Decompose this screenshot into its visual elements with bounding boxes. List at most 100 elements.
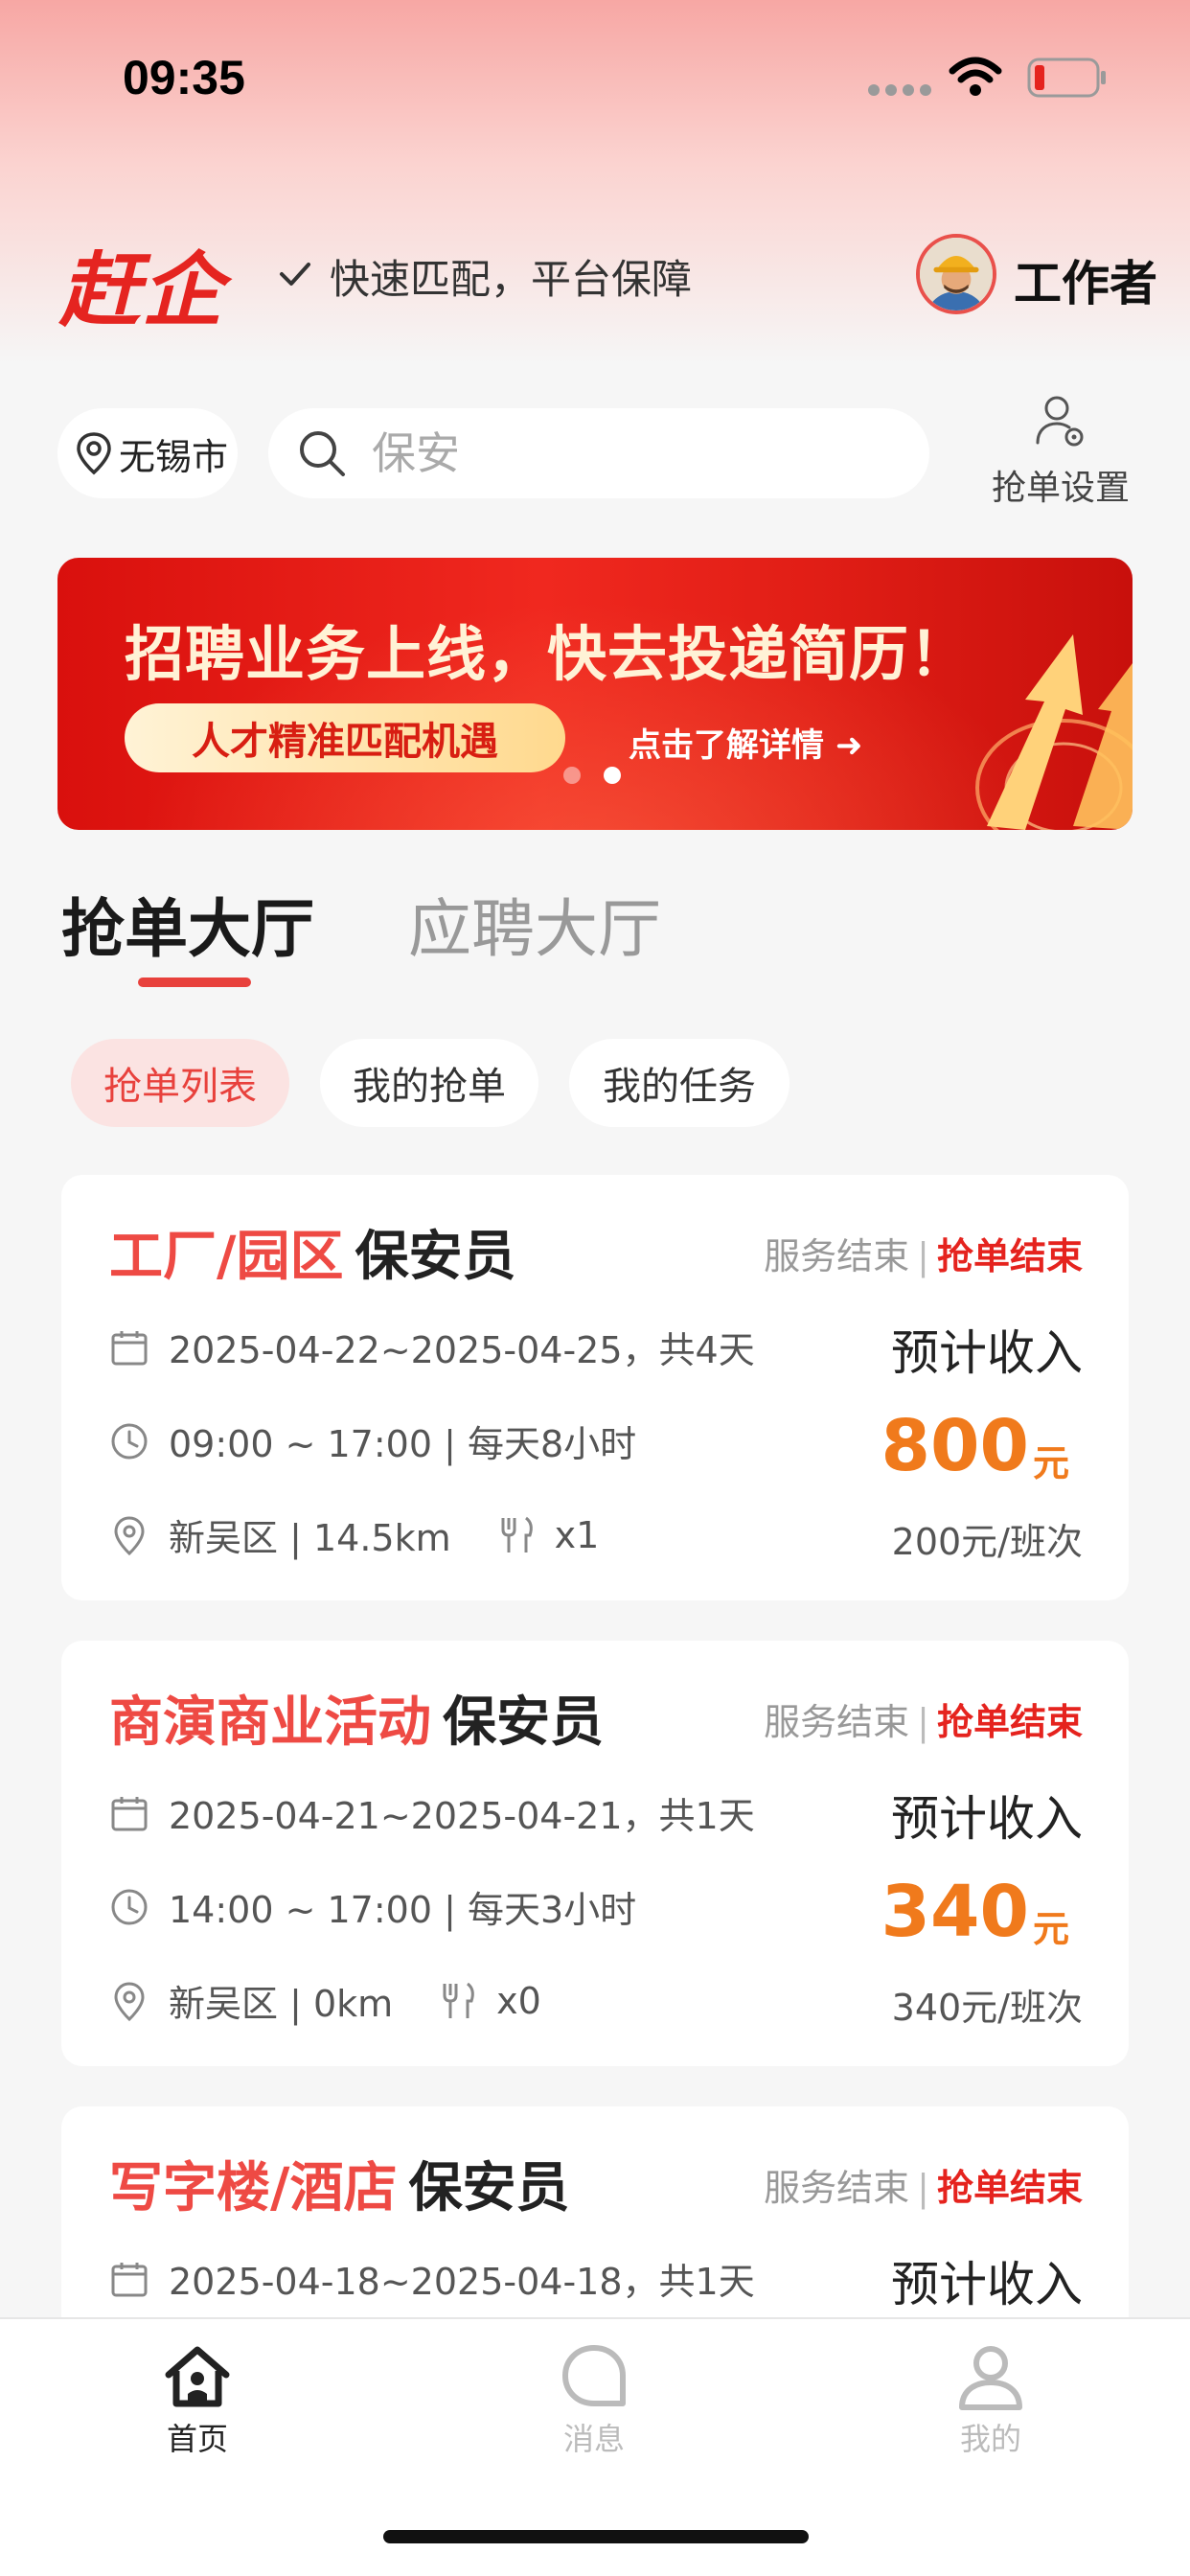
nav-home-label: 首页 <box>166 2421 228 2457</box>
grab-settings-label: 抢单设置 <box>991 469 1130 508</box>
job-dates: 2025-04-18~2025-04-18，共1天 <box>169 2261 755 2303</box>
user-settings-icon <box>1036 396 1084 447</box>
job-category: 工厂/园区 <box>109 1226 344 1288</box>
city-selector[interactable]: 无锡市 <box>57 408 238 498</box>
search-bar[interactable] <box>268 408 929 498</box>
job-card[interactable]: 商演商业活动 保安员 服务结束 | 抢单结束 2025-04-21~2025-04-2… <box>61 1641 1129 2066</box>
job-dates: 2025-04-22~2025-04-25，共4天 <box>169 1329 755 1371</box>
check-icon <box>280 263 310 286</box>
job-dates: 2025-04-21~2025-04-21，共1天 <box>169 1795 755 1837</box>
grab-status: 抢单结束 <box>936 1701 1083 1743</box>
job-location: 新吴区 | 0km <box>169 1983 394 2025</box>
job-hours-row: 14:00 ~ 17:00 | 每天3小时 <box>109 1880 636 1933</box>
status-bar: 09:35 <box>0 0 1190 153</box>
app-header: 赶企 快速匹配，平台保障 工作者 <box>0 211 1190 337</box>
wifi-icon <box>949 57 1002 96</box>
filter-my-tasks[interactable]: 我的任务 <box>569 1039 790 1127</box>
income-unit: 元 <box>1032 1908 1069 1950</box>
income-label: 预计收入 <box>891 2257 1083 2312</box>
banner-pagination <box>563 767 621 784</box>
job-category: 商演商业活动 <box>109 1691 431 1754</box>
meal-icon <box>443 1982 474 2018</box>
income-label: 预计收入 <box>891 1325 1083 1381</box>
city-label: 无锡市 <box>119 435 229 478</box>
nav-messages[interactable]: 消息 <box>517 2342 671 2459</box>
home-icon <box>165 2346 230 2407</box>
nav-home[interactable]: 首页 <box>121 2342 274 2459</box>
cellular-signal-icon <box>868 84 931 96</box>
income-rate: 200元/班次 <box>891 1521 1083 1563</box>
job-card[interactable]: 写字楼/酒店 保安员 服务结束 | 抢单结束 2025-04-18~2025-04-1… <box>61 2106 1129 2317</box>
income-label: 预计收入 <box>891 1791 1083 1847</box>
job-status: 服务结束 | 抢单结束 <box>764 2158 1083 2211</box>
profile-icon <box>959 2346 1022 2410</box>
message-icon <box>562 2345 626 2406</box>
job-status: 服务结束 | 抢单结束 <box>764 1227 1083 1279</box>
job-title: 写字楼/酒店 保安员 <box>109 2145 569 2222</box>
banner-pill-label: 人才精准匹配机遇 <box>192 720 498 764</box>
banner-pill: 人才精准匹配机遇 <box>125 703 565 772</box>
clock-icon <box>111 1889 148 1924</box>
promo-banner[interactable]: 招聘业务上线，快去投递简历！ 人才精准匹配机遇 点击了解详情 ➜ <box>57 558 1133 830</box>
search-input[interactable] <box>372 427 908 479</box>
income-value: 800 <box>881 1405 1029 1487</box>
job-meals: x1 <box>554 1513 600 1556</box>
job-category: 写字楼/酒店 <box>109 2157 398 2220</box>
filter-my-grabs[interactable]: 我的抢单 <box>320 1039 538 1127</box>
income-unit: 元 <box>1032 1442 1069 1484</box>
battery-icon <box>1027 58 1106 98</box>
brand-logo: 赶企 <box>59 242 225 337</box>
banner-headline: 招聘业务上线，快去投递简历！ <box>125 619 971 689</box>
job-meals: x0 <box>496 1979 541 2022</box>
status-time: 09:35 <box>123 51 245 104</box>
tab-apply-hall[interactable]: 应聘大厅 <box>408 878 661 970</box>
active-tab-indicator <box>138 978 251 987</box>
job-title: 工厂/园区 保安员 <box>109 1213 515 1291</box>
worker-avatar-icon <box>920 238 993 310</box>
rising-arrow-icon <box>975 634 1133 830</box>
job-hours-row: 09:00 ~ 17:00 | 每天8小时 <box>109 1414 636 1467</box>
income-value: 340 <box>881 1871 1029 1953</box>
job-role: 保安员 <box>408 2157 570 2220</box>
calendar-icon <box>111 1796 148 1830</box>
avatar[interactable] <box>916 234 996 314</box>
job-hours: 09:00 ~ 17:00 | 每天8小时 <box>169 1423 637 1465</box>
job-card[interactable]: 工厂/园区 保安员 服务结束 | 抢单结束 2025-04-22~2025-04-25… <box>61 1175 1129 1600</box>
nav-profile[interactable]: 我的 <box>914 2342 1067 2459</box>
role-label[interactable]: 工作者 <box>1014 245 1157 314</box>
filter-grab-list[interactable]: 抢单列表 <box>71 1039 289 1127</box>
service-status: 服务结束 <box>764 1235 910 1277</box>
job-dates-row: 2025-04-18~2025-04-18，共1天 <box>109 2252 755 2305</box>
status-separator: | <box>917 2167 929 2209</box>
tab-grab-hall[interactable]: 抢单大厅 <box>61 878 314 970</box>
tagline: 快速匹配，平台保障 <box>330 256 693 303</box>
status-separator: | <box>917 1701 929 1743</box>
status-separator: | <box>917 1235 929 1277</box>
banner-detail-link[interactable]: 点击了解详情 ➜ <box>629 719 862 766</box>
grab-settings-button[interactable]: 抢单设置 <box>970 385 1152 519</box>
nav-messages-label: 消息 <box>562 2421 625 2457</box>
grab-status: 抢单结束 <box>936 1235 1083 1277</box>
location-pin-icon <box>114 1981 145 2021</box>
income-rate: 340元/班次 <box>891 1987 1083 2029</box>
calendar-icon <box>111 1330 148 1365</box>
location-pin-icon <box>77 432 111 475</box>
job-location: 新吴区 | 14.5km <box>169 1517 451 1559</box>
calendar-icon <box>111 2262 148 2296</box>
service-status: 服务结束 <box>764 2167 910 2209</box>
job-location-row: 新吴区 | 0km x0 <box>109 1974 541 2027</box>
clock-icon <box>111 1423 148 1459</box>
job-location-row: 新吴区 | 14.5km x1 <box>109 1508 599 1561</box>
nav-profile-label: 我的 <box>959 2421 1021 2457</box>
meal-icon <box>501 1516 533 1552</box>
job-role: 保安员 <box>443 1691 604 1754</box>
home-indicator[interactable] <box>383 2530 809 2543</box>
job-status: 服务结束 | 抢单结束 <box>764 1692 1083 1745</box>
service-status: 服务结束 <box>764 1701 910 1743</box>
job-dates-row: 2025-04-22~2025-04-25，共4天 <box>109 1321 755 1373</box>
job-dates-row: 2025-04-21~2025-04-21，共1天 <box>109 1786 755 1839</box>
job-list: 工厂/园区 保安员 服务结束 | 抢单结束 2025-04-22~2025-04-25… <box>0 1150 1190 2317</box>
banner-dot-active[interactable] <box>604 767 621 784</box>
banner-dot[interactable] <box>563 767 581 784</box>
search-icon <box>300 431 345 476</box>
